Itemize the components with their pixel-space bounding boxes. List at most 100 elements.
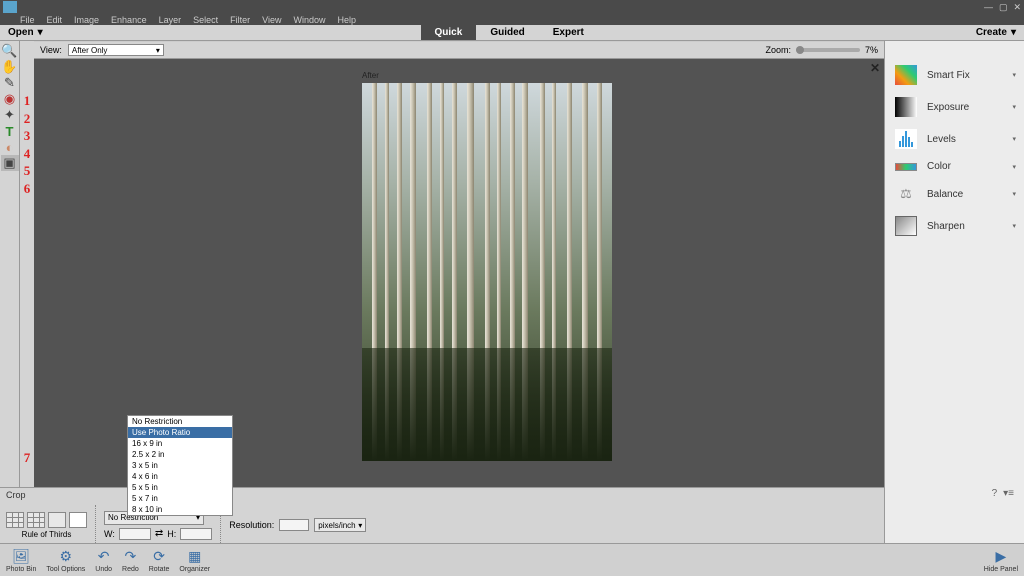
overlay-thirds-2[interactable] [27, 512, 45, 528]
levels-label: Levels [927, 134, 956, 145]
overlay-none[interactable] [69, 512, 87, 528]
menu-filter[interactable]: Filter [230, 15, 250, 25]
undo-icon: ↶ [98, 548, 110, 565]
aspect-ratio-option[interactable]: 16 x 9 in [128, 438, 232, 449]
annotation-6: 6 [24, 181, 31, 197]
panel-smart-fix[interactable]: Smart Fix ▾ [885, 59, 1024, 91]
minimize-button[interactable]: — [984, 2, 993, 13]
tab-quick[interactable]: Quick [421, 25, 477, 40]
title-bar: — ▢ ✕ [0, 0, 1024, 14]
sharpen-icon [895, 216, 917, 236]
sharpen-label: Sharpen [927, 221, 965, 232]
panel-menu-icon[interactable]: ▾≡ [1003, 488, 1014, 499]
undo-button[interactable]: ↶Undo [95, 548, 112, 573]
panel-sharpen[interactable]: Sharpen ▾ [885, 210, 1024, 242]
organizer-button[interactable]: ▦Organizer [179, 548, 210, 573]
chevron-down-icon: ▾ [1012, 222, 1016, 230]
aspect-ratio-option[interactable]: 5 x 5 in [128, 482, 232, 493]
menu-image[interactable]: Image [74, 15, 99, 25]
menu-bar: File Edit Image Enhance Layer Select Fil… [0, 14, 1024, 25]
view-dropdown[interactable]: After Only ▾ [68, 44, 164, 56]
menu-enhance[interactable]: Enhance [111, 15, 147, 25]
smart-fix-label: Smart Fix [927, 70, 970, 81]
panel-exposure[interactable]: Exposure ▾ [885, 91, 1024, 123]
window-controls: — ▢ ✕ [984, 2, 1021, 13]
after-label: After [362, 71, 379, 80]
rotate-button[interactable]: ⟳Rotate [149, 548, 170, 573]
chevron-down-icon: ▾ [38, 27, 43, 38]
panel-levels[interactable]: Levels ▾ [885, 123, 1024, 155]
resolution-input[interactable] [279, 519, 309, 531]
crop-title: Crop [6, 490, 26, 500]
redo-button[interactable]: ↷Redo [122, 548, 139, 573]
annotation-1: 1 [24, 93, 31, 109]
hide-panel-label: Hide Panel [984, 566, 1018, 573]
tab-guided[interactable]: Guided [476, 25, 538, 40]
exposure-label: Exposure [927, 102, 969, 113]
right-panel: Smart Fix ▾ Exposure ▾ Levels ▾ Color ▾ … [884, 41, 1024, 543]
menu-edit[interactable]: Edit [47, 15, 63, 25]
overlay-thirds-1[interactable] [6, 512, 24, 528]
whiten-teeth-tool[interactable]: ✦ [1, 107, 19, 123]
aspect-ratio-option[interactable]: 4 x 6 in [128, 471, 232, 482]
quick-select-tool[interactable]: ✎ [1, 75, 19, 91]
zoom-tool[interactable]: 🔍 [1, 43, 19, 59]
overlay-golden[interactable] [48, 512, 66, 528]
chevron-down-icon: ▾ [1012, 103, 1016, 111]
aspect-ratio-option[interactable]: No Restriction [128, 416, 232, 427]
aspect-ratio-option[interactable]: 3 x 5 in [128, 460, 232, 471]
menu-select[interactable]: Select [193, 15, 218, 25]
open-bar: Open ▾ Quick Guided Expert Create ▾ [0, 25, 1024, 41]
type-tool[interactable]: T [1, 123, 19, 139]
aspect-ratio-popup: No RestrictionUse Photo Ratio16 x 9 in2.… [127, 415, 233, 516]
chevron-down-icon: ▾ [358, 521, 362, 530]
close-document-button[interactable]: ✕ [870, 61, 880, 75]
zoom-thumb[interactable] [796, 46, 804, 54]
photo-bin-label: Photo Bin [6, 566, 36, 573]
hide-panel-icon: ▶ [995, 548, 1006, 565]
create-button[interactable]: Create ▾ [968, 27, 1024, 38]
menu-view[interactable]: View [262, 15, 281, 25]
close-button[interactable]: ✕ [1013, 2, 1021, 13]
photo-bin-icon: 🖼 [12, 548, 30, 565]
image-preview[interactable] [362, 83, 612, 461]
zoom-slider[interactable] [796, 48, 860, 52]
spot-heal-tool[interactable]: ◐ [1, 139, 19, 155]
resolution-unit-select[interactable]: pixels/inch ▾ [314, 518, 366, 532]
smart-fix-icon [895, 65, 917, 85]
bottom-bar: 🖼Photo Bin ⚙Tool Options ↶Undo ↷Redo ⟳Ro… [0, 543, 1024, 576]
menu-window[interactable]: Window [293, 15, 325, 25]
resolution-unit: pixels/inch [318, 521, 355, 530]
photo-bin-button[interactable]: 🖼Photo Bin [6, 548, 36, 573]
height-input[interactable] [180, 528, 212, 540]
chevron-down-icon: ▾ [1012, 135, 1016, 143]
help-icon[interactable]: ? [992, 488, 998, 499]
crop-tool[interactable]: ▣ [1, 155, 19, 171]
annotation-2: 2 [24, 111, 31, 127]
app-icon [3, 1, 17, 13]
width-input[interactable] [119, 528, 151, 540]
annotation-5: 5 [24, 163, 31, 179]
tool-options-button[interactable]: ⚙Tool Options [46, 548, 85, 573]
hand-tool[interactable]: ✋ [1, 59, 19, 75]
aspect-ratio-option[interactable]: 5 x 7 in [128, 493, 232, 504]
create-label: Create [976, 27, 1007, 38]
open-button[interactable]: Open ▾ [0, 27, 51, 38]
maximize-button[interactable]: ▢ [999, 2, 1008, 13]
menu-file[interactable]: File [20, 15, 35, 25]
menu-help[interactable]: Help [337, 15, 356, 25]
menu-layer[interactable]: Layer [159, 15, 182, 25]
panel-color[interactable]: Color ▾ [885, 155, 1024, 178]
redo-label: Redo [122, 566, 139, 573]
swap-icon[interactable]: ⇄ [155, 528, 163, 539]
aspect-ratio-option[interactable]: 8 x 10 in [128, 504, 232, 515]
open-label: Open [8, 27, 34, 38]
rotate-label: Rotate [149, 566, 170, 573]
color-label: Color [927, 161, 951, 172]
panel-balance[interactable]: ⚖ Balance ▾ [885, 178, 1024, 210]
aspect-ratio-option[interactable]: 2.5 x 2 in [128, 449, 232, 460]
tab-expert[interactable]: Expert [539, 25, 598, 40]
redeye-tool[interactable]: ◉ [1, 91, 19, 107]
hide-panel-button[interactable]: ▶Hide Panel [984, 548, 1018, 573]
aspect-ratio-option[interactable]: Use Photo Ratio [128, 427, 232, 438]
